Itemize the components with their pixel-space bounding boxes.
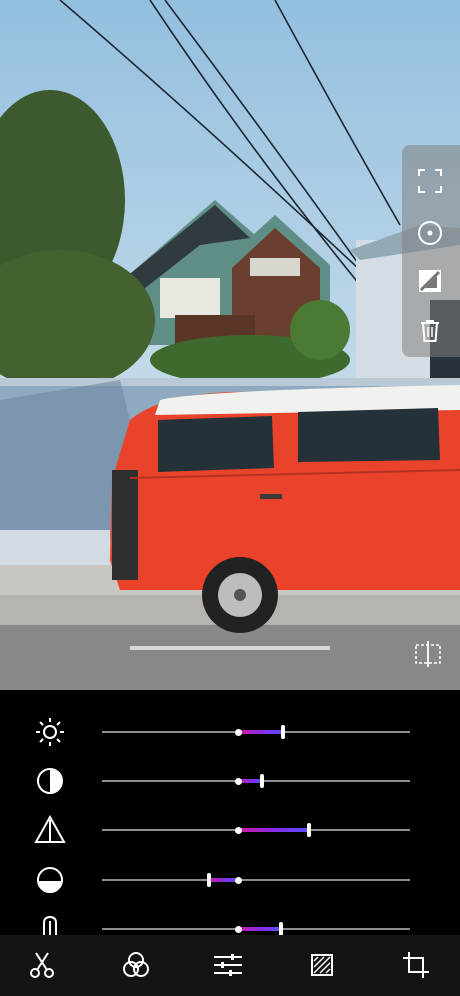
- exposure-icon: [34, 864, 66, 896]
- photo-editor: [0, 0, 460, 996]
- mask-tools-toolbar: [402, 145, 460, 357]
- vignette-icon[interactable]: [306, 949, 338, 981]
- slider-fill: [238, 828, 309, 832]
- brightness-row: [0, 710, 460, 754]
- slider-center-dot: [234, 826, 242, 834]
- saturation-icon: [34, 814, 66, 846]
- slider-knob[interactable]: [260, 774, 265, 788]
- mask-invert-icon[interactable]: [416, 267, 444, 295]
- slider-center-dot: [234, 777, 242, 785]
- slider-fill: [238, 730, 283, 734]
- adjustment-panel: [0, 690, 460, 937]
- photo-scene: [0, 0, 460, 690]
- photo-preview[interactable]: [0, 0, 460, 690]
- slider-fill: [238, 927, 281, 931]
- exposure-row: [0, 858, 460, 902]
- slider-center-dot: [234, 876, 242, 884]
- bottom-navigation: [0, 935, 460, 996]
- trash-icon[interactable]: [416, 317, 444, 345]
- slider-fill: [238, 779, 263, 783]
- brightness-icon: [34, 716, 66, 748]
- slider-knob[interactable]: [206, 873, 211, 887]
- crop-icon[interactable]: [400, 949, 432, 981]
- crop-frame-icon[interactable]: [416, 167, 444, 195]
- filters-icon[interactable]: [120, 949, 152, 981]
- adjust-sliders-icon[interactable]: [212, 949, 244, 981]
- slider-knob[interactable]: [279, 922, 283, 936]
- scissors-icon[interactable]: [26, 949, 58, 981]
- slider-track[interactable]: [102, 879, 410, 881]
- slider-knob[interactable]: [306, 823, 311, 837]
- split-compare-icon[interactable]: [412, 638, 444, 670]
- slider-knob[interactable]: [280, 725, 285, 739]
- slider-center-dot: [234, 925, 242, 933]
- saturation-row: [0, 808, 460, 852]
- slider-fill: [208, 878, 238, 882]
- radial-target-icon[interactable]: [416, 219, 444, 247]
- slider-center-dot: [234, 728, 242, 736]
- contrast-icon: [34, 765, 66, 797]
- contrast-row: [0, 759, 460, 803]
